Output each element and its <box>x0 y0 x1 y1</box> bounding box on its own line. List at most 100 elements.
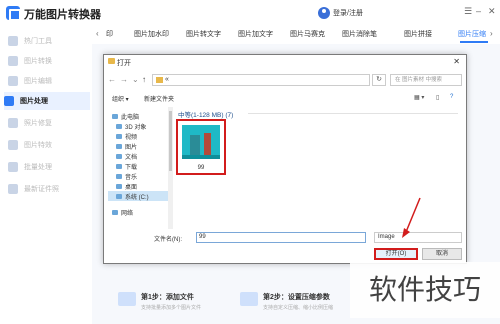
nav-documents[interactable]: 文档 <box>108 151 168 161</box>
help-icon[interactable]: ? <box>450 94 453 100</box>
tool-tabs: ‹ 印 图片加水印 图片转文字 图片加文字 图片马赛克 图片消除笔 图片拼接 图… <box>92 26 500 42</box>
minimize-icon[interactable]: – <box>476 6 481 16</box>
file-name: 99 <box>197 165 205 171</box>
menu-icon[interactable]: ☰ <box>464 6 472 17</box>
step-2: 第2步：设置压缩参数 支持自定义压缩、缩小比例压缩 <box>240 292 333 311</box>
nav-label: 网络 <box>121 210 134 217</box>
nav-desktop[interactable]: 桌面 <box>108 181 168 191</box>
refresh-icon[interactable]: ↻ <box>372 74 386 86</box>
edit-icon <box>8 76 18 86</box>
convert-icon <box>8 56 18 66</box>
filename-input[interactable]: 99 <box>196 232 366 243</box>
tab-add-text[interactable]: 图片加文字 <box>238 29 273 39</box>
drive-icon <box>116 193 122 199</box>
nav-label: 下载 <box>125 164 138 171</box>
tab-compress[interactable]: 图片压缩 <box>458 29 486 39</box>
back-icon[interactable]: ← <box>108 75 116 84</box>
group-header[interactable]: 中等(1-128 MB) (7) <box>178 109 233 119</box>
nav-this-pc[interactable]: 此电脑 <box>108 111 168 121</box>
video-icon <box>116 133 122 139</box>
desktop-icon <box>116 183 122 189</box>
sidebar-item-convert[interactable]: 图片转换 <box>8 52 88 70</box>
tab-stitch[interactable]: 图片拼接 <box>404 29 432 39</box>
process-icon <box>4 96 14 106</box>
sidebar-item-photo-repair[interactable]: 照片修复 <box>8 114 88 132</box>
group-divider <box>248 113 458 114</box>
watermark-text: 软件技巧 <box>350 262 500 318</box>
step-1: 第1步：添加文件 支持批量添加多个图片文件 <box>118 292 201 311</box>
active-tab-indicator <box>460 41 488 43</box>
close-icon[interactable]: ✕ <box>488 6 496 17</box>
tab-image-to-text[interactable]: 图片转文字 <box>186 29 221 39</box>
recent-chevron-icon[interactable]: ⌄ <box>132 75 139 84</box>
tab-mosaic[interactable]: 图片马赛克 <box>290 29 325 39</box>
nav-3d-objects[interactable]: 3D 对象 <box>108 121 168 131</box>
nav-label: 此电脑 <box>121 114 140 121</box>
view-options-icon[interactable]: ▦ ▾ <box>414 94 424 101</box>
sidebar-item-id-photo[interactable]: 最新证件照 <box>8 180 88 198</box>
organize-button[interactable]: 组织 ▾ <box>112 94 129 103</box>
address-text: « <box>165 76 169 83</box>
cancel-button[interactable]: 取消 <box>422 248 462 260</box>
sidebar: 热门工具 图片转换 图片编辑 图片处理 照片修复 图片特效 批量处理 最新证件照 <box>0 26 92 324</box>
dialog-title-bar: 打开 ✕ <box>104 55 466 69</box>
computer-icon <box>112 113 118 119</box>
nav-music[interactable]: 音乐 <box>108 171 168 181</box>
nav-label: 文档 <box>125 154 138 161</box>
sidebar-item-process[interactable]: 图片处理 <box>4 92 90 110</box>
nav-system-c[interactable]: 系统 (C:) <box>108 191 168 201</box>
folder-icon <box>108 58 115 64</box>
sidebar-item-label: 图片编辑 <box>24 78 52 85</box>
network-icon <box>112 209 118 215</box>
file-thumbnail[interactable]: 99 <box>176 119 226 175</box>
image-preview-wall <box>190 135 200 155</box>
tabs-next-icon[interactable]: › <box>490 29 493 38</box>
forward-icon[interactable]: → <box>120 75 128 84</box>
nav-label: 桌面 <box>125 184 138 191</box>
id-photo-icon <box>8 184 18 194</box>
login-label: 登录/注册 <box>333 10 363 17</box>
sidebar-item-label: 热门工具 <box>24 38 52 45</box>
open-button[interactable]: 打开(O) <box>374 248 418 260</box>
step-title: 第1步：添加文件 <box>141 294 194 301</box>
nav-pictures[interactable]: 图片 <box>108 141 168 151</box>
filename-label: 文件名(N): <box>154 237 182 243</box>
close-icon[interactable]: ✕ <box>453 57 460 66</box>
nav-label: 系统 (C:) <box>125 194 149 201</box>
repair-icon <box>8 118 18 128</box>
sidebar-item-edit[interactable]: 图片编辑 <box>8 72 88 90</box>
sidebar-item-effects[interactable]: 图片特效 <box>8 136 88 154</box>
new-folder-button[interactable]: 新建文件夹 <box>144 94 174 103</box>
tools-icon <box>8 36 18 46</box>
address-input[interactable]: « <box>152 74 370 86</box>
preview-pane-icon[interactable]: ▯ <box>436 94 439 101</box>
search-input[interactable]: 在 图片素材 中搜索 <box>390 74 462 86</box>
address-bar: ← → ⌄ ↑ « ↻ 在 图片素材 中搜索 <box>104 71 466 89</box>
add-file-icon <box>118 292 136 306</box>
red-arrow-annotation <box>402 197 421 238</box>
image-preview <box>182 125 220 159</box>
3d-objects-icon <box>116 123 122 129</box>
effects-icon <box>8 140 18 150</box>
up-icon[interactable]: ↑ <box>142 75 146 84</box>
tabs-prev-icon[interactable]: ‹ <box>96 29 99 38</box>
sidebar-item-label: 图片处理 <box>20 98 48 105</box>
nav-scrollbar[interactable] <box>168 107 173 229</box>
documents-icon <box>116 153 122 159</box>
nav-downloads[interactable]: 下载 <box>108 161 168 171</box>
tab-watermark-partial[interactable]: 印 <box>106 29 113 39</box>
tab-add-watermark[interactable]: 图片加水印 <box>134 29 169 39</box>
batch-icon <box>8 162 18 172</box>
sidebar-item-label: 图片转换 <box>24 58 52 65</box>
nav-label: 3D 对象 <box>125 124 147 131</box>
sidebar-item-batch[interactable]: 批量处理 <box>8 158 88 176</box>
nav-videos[interactable]: 视频 <box>108 131 168 141</box>
sidebar-item-label: 批量处理 <box>24 164 52 171</box>
nav-network[interactable]: 网络 <box>108 207 168 217</box>
navigation-pane: 此电脑 3D 对象 视频 图片 文档 下载 音乐 桌面 系统 (C:) 网络 <box>108 107 168 229</box>
login-link[interactable]: 登录/注册 <box>318 6 363 20</box>
sidebar-item-hot-tools[interactable]: 热门工具 <box>8 32 88 50</box>
avatar <box>318 7 330 19</box>
music-icon <box>116 173 122 179</box>
tab-eraser[interactable]: 图片消除笔 <box>342 29 377 39</box>
